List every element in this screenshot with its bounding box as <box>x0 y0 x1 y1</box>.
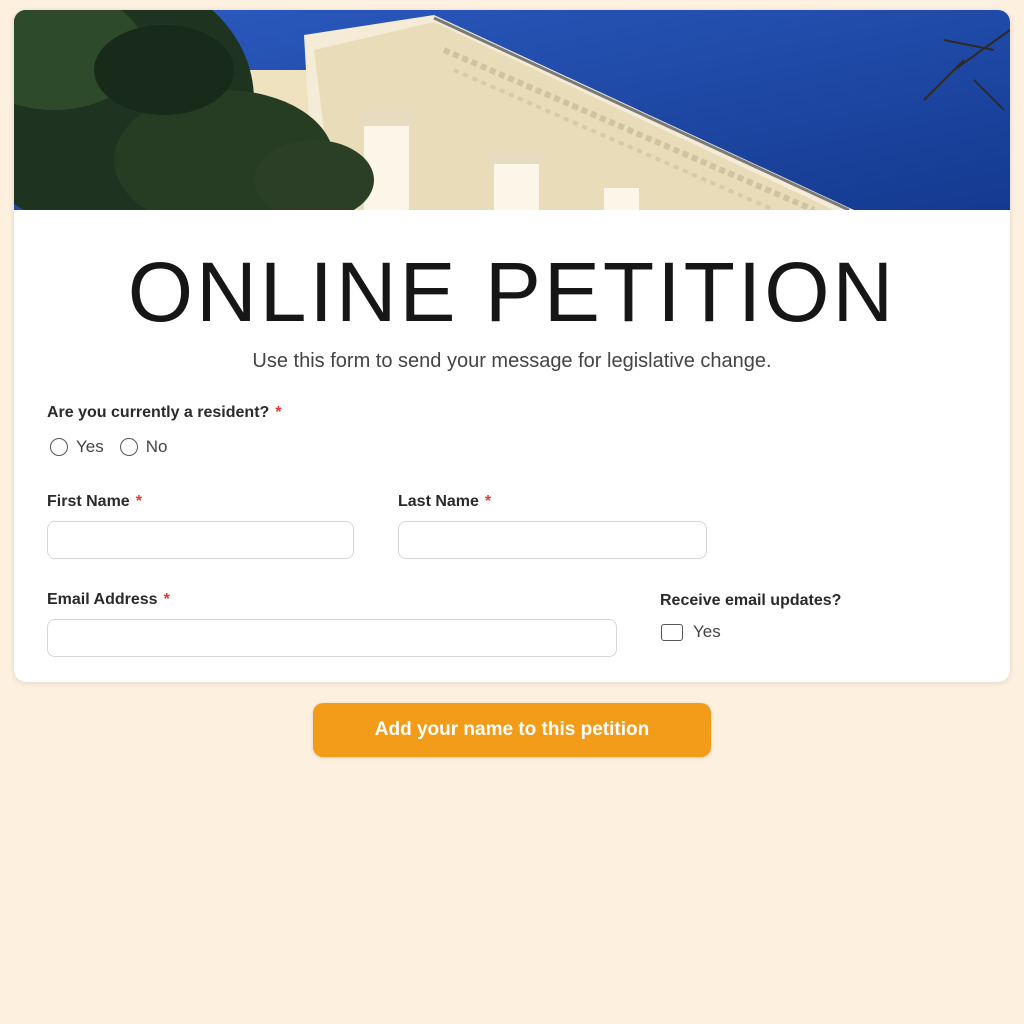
radio-circle-icon[interactable] <box>50 438 68 456</box>
email-updates-label: Receive email updates? <box>660 592 842 609</box>
email-label: Email Address * <box>47 591 170 609</box>
required-marker: * <box>135 493 142 510</box>
email-updates-checkbox[interactable]: Yes <box>661 622 721 642</box>
required-marker: * <box>163 591 170 608</box>
resident-radio-group: Yes No <box>50 436 183 458</box>
email-updates-yes-label: Yes <box>693 622 721 641</box>
required-marker: * <box>484 493 492 510</box>
submit-petition-button[interactable]: Add your name to this petition <box>313 703 711 757</box>
capitol-building-banner <box>14 10 1010 210</box>
first-name-label: First Name * <box>47 493 142 511</box>
resident-question-label: Are you currently a resident? * <box>47 404 282 422</box>
email-text: Email Address <box>47 591 158 608</box>
resident-yes-label: Yes <box>76 437 104 456</box>
radio-circle-icon[interactable] <box>119 438 138 456</box>
email-input[interactable] <box>47 619 617 657</box>
petition-card: ONLINE PETITION Use this form to send yo… <box>14 10 1010 682</box>
last-name-text: Last Name <box>398 493 479 510</box>
page-subtitle: Use this form to send your message for l… <box>252 350 772 372</box>
required-marker: * <box>275 404 282 421</box>
last-name-label: Last Name * <box>398 493 491 511</box>
resident-yes-radio[interactable]: Yes <box>50 437 104 457</box>
first-name-text: First Name <box>47 493 130 510</box>
last-name-input[interactable] <box>398 521 707 559</box>
page-title: ONLINE PETITION <box>127 245 897 339</box>
first-name-input[interactable] <box>47 521 354 559</box>
resident-no-radio[interactable]: No <box>119 437 168 457</box>
checkbox-icon[interactable] <box>661 623 683 641</box>
resident-question-text: Are you currently a resident? <box>47 404 270 421</box>
resident-no-label: No <box>145 437 168 456</box>
